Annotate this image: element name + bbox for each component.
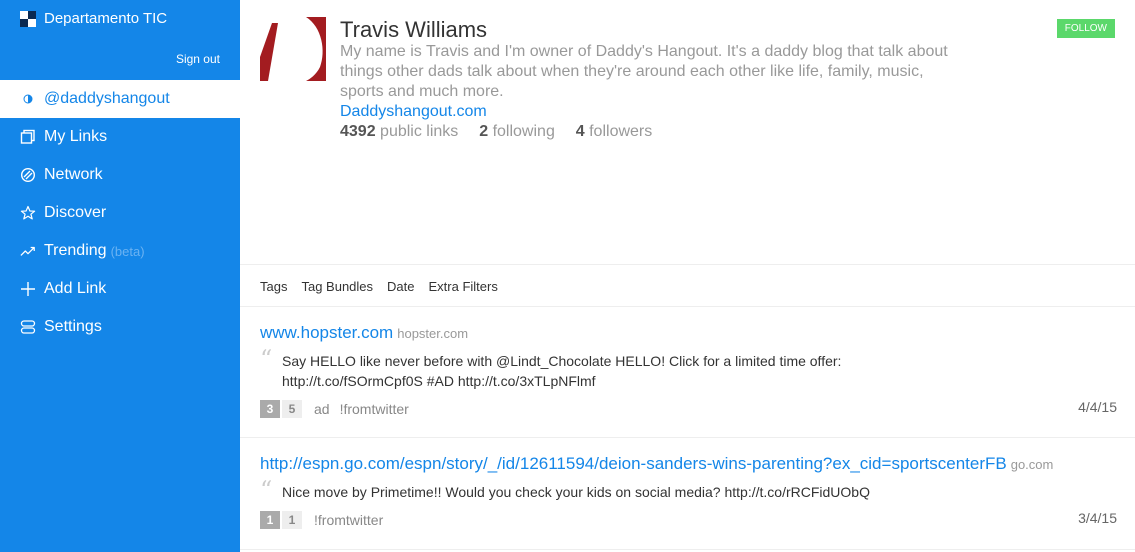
sidebar-item-label: @daddyshangout <box>44 90 170 107</box>
plus-icon <box>20 281 36 297</box>
tag-link[interactable]: ad <box>314 401 330 417</box>
profile-name: Travis Williams <box>340 17 488 42</box>
sidebar-item-label: Add Link <box>44 280 107 297</box>
settings-icon <box>20 319 36 335</box>
link-meta: 1 1 !fromtwitter 3/4/15 <box>260 510 1117 530</box>
link-title[interactable]: www.hopster.com <box>260 323 393 342</box>
public-count: 1 <box>282 511 302 529</box>
half-circle-icon <box>20 91 36 107</box>
link-entry: http://espn.go.com/espn/story/_/id/12611… <box>260 454 1117 530</box>
filter-tags[interactable]: Tags <box>260 279 287 294</box>
filter-extra-filters[interactable]: Extra Filters <box>429 279 498 294</box>
following-label[interactable]: following <box>493 123 555 140</box>
link-date: 4/4/15 <box>1078 399 1117 415</box>
divider <box>240 264 1135 265</box>
followers-count: 4 <box>575 123 585 140</box>
quote-icon: “ <box>260 345 273 373</box>
network-icon <box>20 167 36 183</box>
quote-icon: “ <box>260 476 273 504</box>
link-date: 3/4/15 <box>1078 510 1117 526</box>
sidebar-item-label: Discover <box>44 204 107 221</box>
link-title[interactable]: http://espn.go.com/espn/story/_/id/12611… <box>260 454 1007 473</box>
quote-line: Say HELLO like never before with @Lindt_… <box>282 353 842 369</box>
sidebar-item-discover[interactable]: Discover <box>0 194 240 232</box>
link-domain: hopster.com <box>397 326 469 341</box>
follow-button[interactable]: FOLLOW <box>1056 19 1115 38</box>
sidebar-item-settings[interactable]: Settings <box>0 308 240 346</box>
sidebar-item-label: Settings <box>44 318 102 335</box>
profile-header: Travis Williams My name is Travis and I'… <box>260 17 1135 257</box>
beta-label: (beta) <box>110 243 145 259</box>
filter-bar: Tags Tag Bundles Date Extra Filters <box>260 279 498 294</box>
sidebar: Departamento TIC Sign out @daddyshangout… <box>0 0 240 552</box>
sidebar-item-label: Trending <box>44 242 107 259</box>
link-description: “ Nice move by Primetime!! Would you che… <box>260 476 1117 504</box>
brand-logo-icon <box>20 10 36 27</box>
trending-icon <box>20 243 36 259</box>
sidebar-item-trending[interactable]: Trending (beta) <box>0 232 240 270</box>
tag-link[interactable]: !fromtwitter <box>314 512 383 528</box>
public-links-count: 4392 <box>340 123 376 140</box>
sign-out-link[interactable]: Sign out <box>176 52 220 66</box>
sidebar-nav: @daddyshangout My Links Network Discover… <box>0 80 240 346</box>
sidebar-item-profile[interactable]: @daddyshangout <box>0 80 240 118</box>
sidebar-item-label: My Links <box>44 128 108 145</box>
link-entry: www.hopster.com hopster.com “ Say HELLO l… <box>260 323 1117 419</box>
profile-website-link[interactable]: Daddyshangout.com <box>340 103 487 121</box>
star-icon <box>20 205 36 221</box>
link-domain: go.com <box>1010 457 1054 472</box>
sidebar-item-add-link[interactable]: Add Link <box>0 270 240 308</box>
copy-icon <box>20 129 36 145</box>
avatar <box>260 17 326 81</box>
following-count: 2 <box>479 123 489 140</box>
divider <box>240 306 1135 307</box>
private-count: 1 <box>260 511 280 529</box>
quote-line: http://t.co/fSOrmCpf0S #AD http://t.co/3… <box>282 373 596 389</box>
profile-stats: 4392 public links 2 following 4 follower… <box>340 123 652 141</box>
profile-bio: My name is Travis and I'm owner of Daddy… <box>340 43 948 100</box>
filter-tag-bundles[interactable]: Tag Bundles <box>301 279 373 294</box>
followers-label[interactable]: followers <box>589 123 652 140</box>
sidebar-item-my-links[interactable]: My Links <box>0 118 240 156</box>
public-links-label[interactable]: public links <box>380 123 458 140</box>
link-meta: 3 5 ad !fromtwitter 4/4/15 <box>260 399 1117 419</box>
quote-line: Nice move by Primetime!! Would you check… <box>282 484 870 500</box>
sidebar-item-network[interactable]: Network <box>0 156 240 194</box>
divider <box>240 437 1135 438</box>
private-count: 3 <box>260 400 280 418</box>
sidebar-item-label: Network <box>44 166 103 183</box>
divider <box>240 549 1135 550</box>
filter-date[interactable]: Date <box>387 279 414 294</box>
brand-name: Departamento TIC <box>44 10 168 27</box>
brand[interactable]: Departamento TIC <box>20 10 167 27</box>
public-count: 5 <box>282 400 302 418</box>
link-description: “ Say HELLO like never before with @Lind… <box>260 345 1117 391</box>
main-content: Travis Williams My name is Travis and I'… <box>240 0 1135 552</box>
tag-link[interactable]: !fromtwitter <box>340 401 409 417</box>
